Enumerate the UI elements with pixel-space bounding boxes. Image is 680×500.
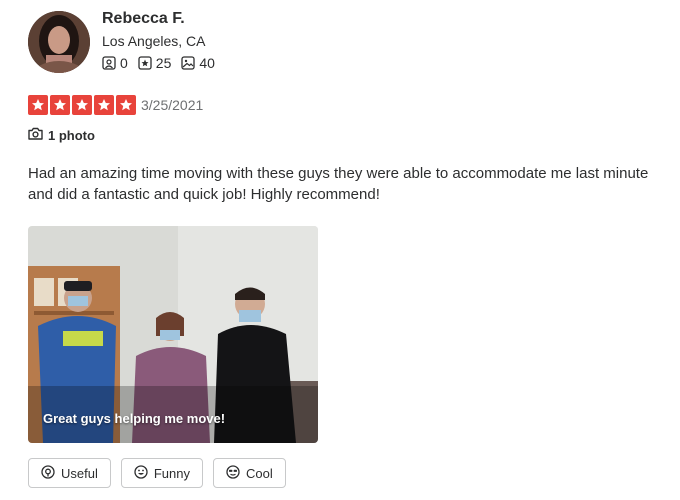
reviews-count: 25	[155, 55, 172, 71]
reviews-stat: 25	[138, 55, 172, 71]
useful-label: Useful	[61, 465, 98, 481]
user-name[interactable]: Rebecca F.	[102, 10, 185, 28]
review-text: Had an amazing time moving with these gu…	[28, 165, 649, 203]
friends-count: 0	[120, 55, 128, 71]
photo-count-link[interactable]: 1 photo	[28, 127, 95, 143]
friends-stat: 0	[102, 55, 128, 71]
user-location: Los Angeles, CA	[102, 33, 206, 49]
reviews-icon	[138, 56, 152, 70]
user-stats: 0 25 40	[102, 55, 219, 71]
cool-icon	[226, 464, 240, 482]
useful-icon	[41, 464, 55, 482]
star-icon	[72, 95, 92, 115]
star-icon	[50, 95, 70, 115]
review-date: 3/25/2021	[141, 97, 204, 113]
camera-icon	[28, 127, 43, 143]
friends-icon	[102, 56, 116, 70]
funny-label: Funny	[153, 465, 190, 481]
funny-icon	[134, 464, 148, 482]
funny-button[interactable]: Funny	[120, 458, 203, 488]
star-icon	[116, 95, 136, 115]
star-icon	[94, 95, 114, 115]
photos-stat: 40	[181, 55, 215, 71]
photo-count-label: 1 photo	[48, 127, 95, 143]
photo-caption: Great guys helping me move!	[43, 411, 226, 426]
cool-label: Cool	[246, 465, 273, 481]
star-rating	[28, 95, 136, 115]
review-photo[interactable]: Great guys helping me move!	[28, 226, 318, 443]
star-icon	[28, 95, 48, 115]
photos-count: 40	[199, 55, 215, 71]
photos-icon	[181, 56, 196, 70]
avatar[interactable]	[28, 11, 90, 73]
cool-button[interactable]: Cool	[213, 458, 286, 488]
reaction-buttons: Useful Funny Cool	[28, 458, 286, 488]
useful-button[interactable]: Useful	[28, 458, 111, 488]
